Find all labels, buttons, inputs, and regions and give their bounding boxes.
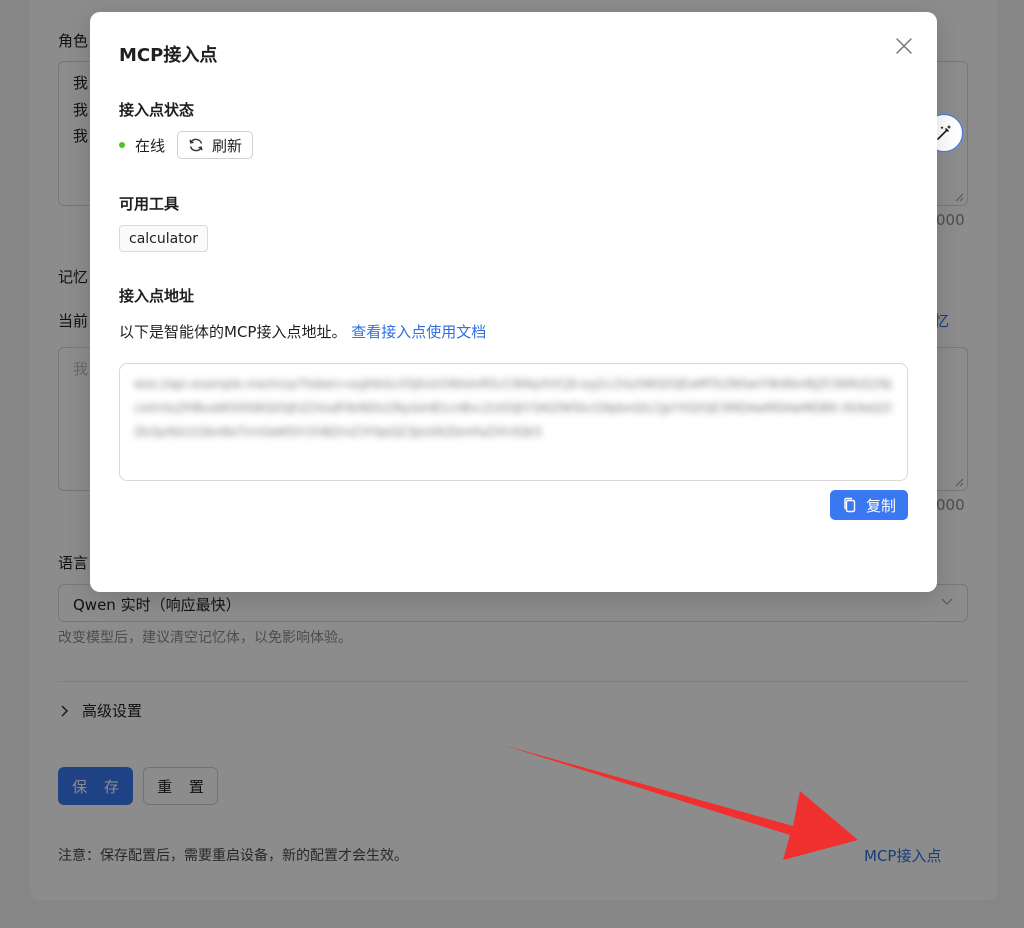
address-section-title: 接入点地址	[119, 287, 195, 305]
copy-label: 复制	[865, 496, 896, 515]
online-status-dot	[119, 142, 125, 148]
endpoint-url-text: wss://api.example.me/mcp/?token=eyJhbGci…	[134, 377, 892, 439]
modal-title: MCP接入点	[119, 45, 218, 66]
address-description: 以下是智能体的MCP接入点地址。 查看接入点使用文档	[119, 321, 486, 342]
refresh-label: 刷新	[212, 136, 243, 155]
address-description-text: 以下是智能体的MCP接入点地址。	[119, 323, 347, 341]
mcp-endpoint-modal: MCP接入点 接入点状态 在线 刷新 可用工具 calculator 接入点地址…	[90, 12, 937, 592]
refresh-icon	[189, 138, 203, 152]
endpoint-url-box[interactable]: wss://api.example.me/mcp/?token=eyJhbGci…	[119, 363, 908, 481]
status-row: 在线 刷新	[119, 131, 254, 159]
close-icon[interactable]	[895, 37, 913, 55]
status-value: 在线	[135, 136, 166, 155]
refresh-button[interactable]: 刷新	[177, 131, 254, 159]
status-section-title: 接入点状态	[119, 101, 195, 119]
tools-section-title: 可用工具	[119, 195, 180, 213]
tool-tag: calculator	[119, 225, 209, 252]
copy-button[interactable]: 复制	[830, 490, 908, 520]
docs-link[interactable]: 查看接入点使用文档	[351, 323, 486, 341]
copy-icon	[844, 497, 856, 513]
magic-wand-icon	[937, 125, 951, 140]
